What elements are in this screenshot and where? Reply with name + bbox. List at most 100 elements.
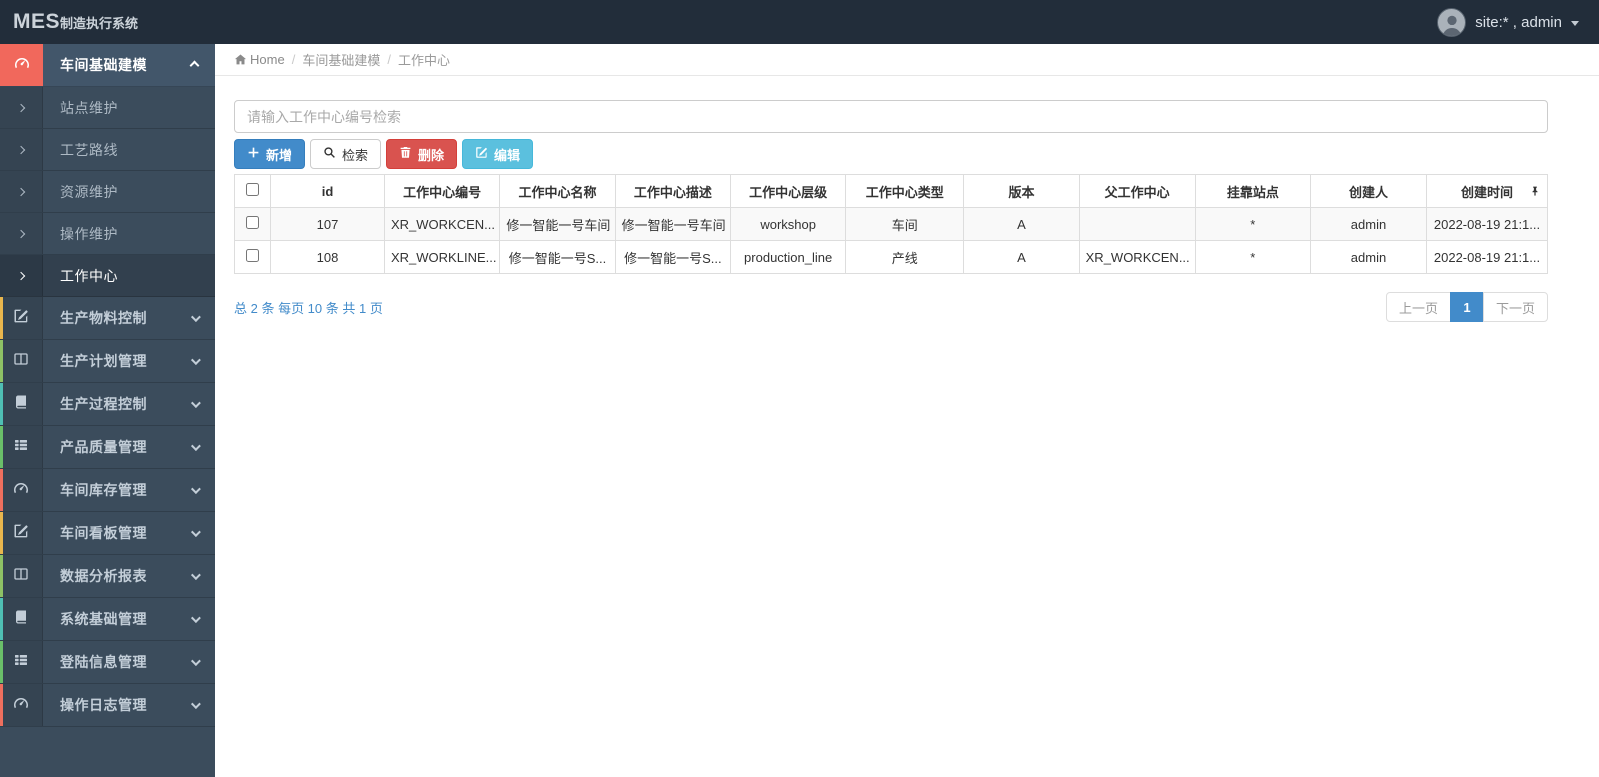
breadcrumb: Home / 车间基础建模 / 工作中心: [215, 44, 1599, 76]
select-all-checkbox[interactable]: [246, 183, 259, 196]
sidebar-item-work-center[interactable]: 工作中心: [0, 255, 215, 297]
pencil-square-icon: [13, 308, 29, 329]
logo-sub-text: 制造执行系统: [60, 16, 139, 31]
trash-icon: [399, 146, 412, 162]
column-header-parent: 父工作中心: [1078, 174, 1196, 208]
chevron-right-icon: [16, 271, 26, 280]
home-icon: [234, 54, 247, 65]
columns-icon: [13, 566, 29, 587]
next-page-button[interactable]: 下一页: [1482, 292, 1548, 322]
th-list-icon: [13, 652, 29, 673]
user-menu[interactable]: site:* , admin: [1437, 7, 1599, 37]
chevron-right-icon: [16, 229, 26, 238]
chevron-down-icon: [190, 696, 201, 714]
sidebar-group-label: 系统基础管理: [60, 611, 147, 627]
search-button[interactable]: 检索: [310, 139, 382, 169]
cell-creator: admin: [1310, 207, 1427, 241]
page-1-button[interactable]: 1: [1449, 292, 1484, 322]
delete-button[interactable]: 删除: [386, 139, 458, 169]
pin-icon[interactable]: [1530, 186, 1540, 197]
table-row[interactable]: 107 XR_WORKCEN... 修一智能一号车间 修一智能一号车间 work…: [234, 207, 1548, 241]
column-header-version: 版本: [963, 174, 1080, 208]
prev-page-button[interactable]: 上一页: [1385, 292, 1451, 322]
breadcrumb-home[interactable]: Home: [234, 52, 285, 67]
sidebar-item-station-maintenance[interactable]: 站点维护: [0, 87, 215, 129]
table-row[interactable]: 108 XR_WORKLINE... 修一智能一号S... 修一智能一号S...…: [234, 240, 1548, 274]
sidebar-group-workshop-kanban-management[interactable]: 车间看板管理: [0, 512, 215, 555]
select-all-checkbox-cell: [234, 174, 271, 208]
sidebar-item-label: 操作维护: [60, 225, 118, 242]
edit-button[interactable]: 编辑: [462, 139, 534, 169]
search-icon: [323, 146, 336, 162]
cell-level: workshop: [729, 207, 847, 241]
work-center-table: id 工作中心编号 工作中心名称 工作中心描述 工作中心层级 工作中心类型 版本…: [234, 174, 1548, 274]
chevron-down-icon: [190, 524, 201, 542]
sidebar-group-production-plan-management[interactable]: 生产计划管理: [0, 340, 215, 383]
avatar: [1437, 7, 1467, 37]
sidebar-group-production-material-control[interactable]: 生产物料控制: [0, 297, 215, 340]
sidebar-group-login-info-management[interactable]: 登陆信息管理: [0, 641, 215, 684]
chevron-down-icon: [190, 481, 201, 499]
cell-version: A: [963, 207, 1080, 241]
cell-code: XR_WORKLINE...: [383, 240, 501, 274]
chevron-down-icon: [190, 352, 201, 370]
sidebar-item-operation-maintenance[interactable]: 操作维护: [0, 213, 215, 255]
sidebar-item-process-route[interactable]: 工艺路线: [0, 129, 215, 171]
stripe: [0, 340, 3, 382]
chevron-down-icon: [190, 309, 201, 327]
breadcrumb-separator: /: [387, 52, 391, 67]
column-header-type: 工作中心类型: [845, 174, 965, 208]
user-label: site:* , admin: [1475, 13, 1562, 31]
mes-app: MES 制造执行系统 site:* , admin 车间基础建模 站点维护 工艺…: [0, 0, 1599, 777]
column-header-name: 工作中心名称: [499, 174, 616, 208]
sidebar-group-label: 数据分析报表: [60, 568, 147, 584]
sidebar-group-workshop-inventory-management[interactable]: 车间库存管理: [0, 469, 215, 512]
stripe: [0, 383, 3, 425]
row-checkbox[interactable]: [246, 249, 259, 262]
chevron-up-icon: [189, 56, 200, 74]
sidebar-group-label: 车间看板管理: [60, 525, 147, 541]
stripe: [0, 684, 3, 726]
sidebar-group-label: 生产计划管理: [60, 353, 147, 369]
gauge-icon: [14, 55, 30, 76]
toolbar: 新增 检索 删除 编辑: [234, 139, 1548, 169]
sidebar-group-product-quality-management[interactable]: 产品质量管理: [0, 426, 215, 469]
cell-code: XR_WORKCEN...: [383, 207, 501, 241]
cell-creator: admin: [1310, 240, 1427, 274]
column-header-create-time: 创建时间: [1426, 174, 1548, 208]
caret-down-icon: [1571, 20, 1579, 26]
sidebar-item-label: 资源维护: [60, 183, 118, 200]
pencil-square-icon: [13, 523, 29, 544]
sidebar-group-workshop-basic-modeling[interactable]: 车间基础建模: [0, 44, 215, 87]
table-header-row: id 工作中心编号 工作中心名称 工作中心描述 工作中心层级 工作中心类型 版本…: [234, 174, 1548, 208]
stripe: [0, 426, 3, 468]
pagination-summary: 总 2 条 每页 10 条 共 1 页: [234, 300, 383, 316]
chevron-right-icon: [16, 187, 26, 196]
cell-id: 108: [270, 240, 385, 274]
breadcrumb-level1[interactable]: 车间基础建模: [302, 50, 380, 69]
chevron-down-icon: [190, 653, 201, 671]
cell-type: 产线: [845, 240, 965, 274]
sidebar-group-production-process-control[interactable]: 生产过程控制: [0, 383, 215, 426]
row-checkbox[interactable]: [246, 216, 259, 229]
sidebar-group-data-analysis-reports[interactable]: 数据分析报表: [0, 555, 215, 598]
column-header-level: 工作中心层级: [729, 174, 847, 208]
column-header-description: 工作中心描述: [614, 174, 731, 208]
book-icon: [13, 394, 29, 415]
logo-main-text: MES: [13, 10, 61, 33]
sidebar-group-operation-log-management[interactable]: 操作日志管理: [0, 684, 215, 727]
column-header-code: 工作中心编号: [383, 174, 501, 208]
add-button[interactable]: 新增: [234, 139, 306, 169]
column-header-station: 挂靠站点: [1194, 174, 1312, 208]
sidebar-group-label: 车间库存管理: [60, 482, 147, 498]
sidebar-group-system-basic-management[interactable]: 系统基础管理: [0, 598, 215, 641]
gauge-icon: [13, 480, 29, 501]
search-input[interactable]: [234, 100, 1548, 133]
cell-type: 车间: [845, 207, 965, 241]
main-area: Home / 车间基础建模 / 工作中心 新增 检索 删除: [215, 44, 1599, 777]
cell-create-time: 2022-08-19 21:1...: [1426, 207, 1548, 241]
column-header-id: id: [270, 174, 385, 208]
cell-name: 修一智能一号S...: [499, 240, 616, 274]
sidebar-item-resource-maintenance[interactable]: 资源维护: [0, 171, 215, 213]
stripe: [0, 512, 3, 554]
